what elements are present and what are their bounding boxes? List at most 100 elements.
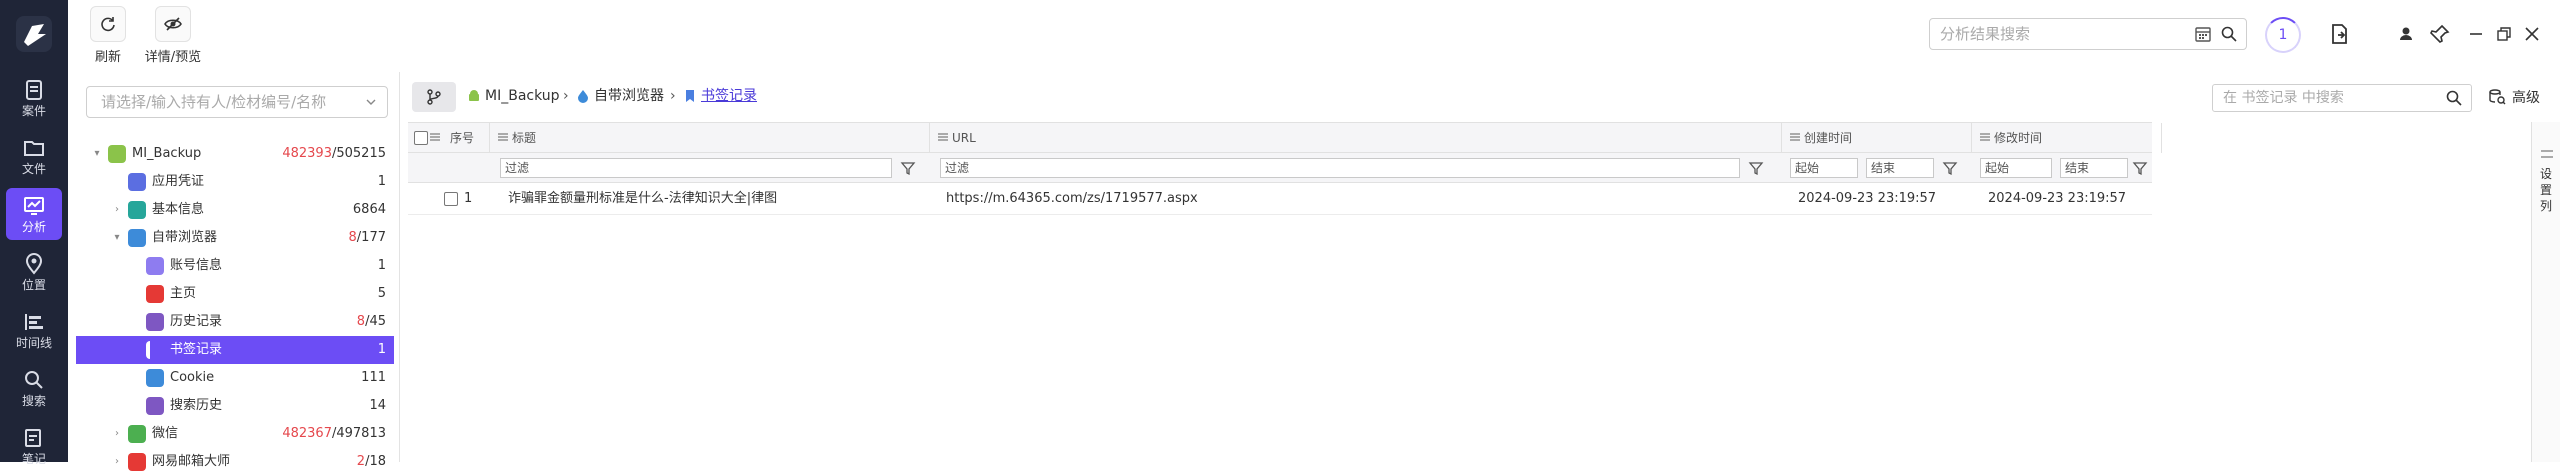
drag-handle-icon[interactable] bbox=[430, 133, 440, 141]
breadcrumb-item[interactable]: MI_Backup bbox=[485, 86, 560, 106]
created-end-input[interactable]: 结束 bbox=[1866, 158, 1934, 178]
tree-item[interactable]: 账号信息 1 bbox=[76, 252, 394, 280]
drag-handle-icon[interactable] bbox=[498, 133, 508, 141]
tree-item-count: 5 bbox=[378, 280, 386, 308]
column-header-index[interactable]: 序号 bbox=[408, 123, 490, 153]
drag-handle-icon[interactable] bbox=[938, 133, 948, 141]
row-checkbox[interactable] bbox=[444, 192, 458, 206]
pin-icon[interactable] bbox=[2428, 22, 2452, 46]
tree-item-label: 应用凭证 bbox=[152, 174, 205, 189]
timeline-icon bbox=[25, 314, 43, 330]
tree-item[interactable]: 搜索历史 14 bbox=[76, 392, 394, 420]
calendar-icon[interactable] bbox=[2194, 25, 2212, 43]
drag-handle-icon[interactable] bbox=[1790, 133, 1800, 141]
tree-item-total-count: 6864 bbox=[352, 202, 386, 217]
search-icon[interactable] bbox=[2220, 25, 2238, 43]
tree-item-total-count: 1 bbox=[377, 342, 386, 357]
chevron-down-icon[interactable]: ▾ bbox=[110, 224, 124, 252]
created-start-input[interactable]: 起始 bbox=[1790, 158, 1858, 178]
nav-item-case[interactable]: 案件 bbox=[6, 72, 62, 124]
tree-item-total-count: 5 bbox=[377, 286, 386, 301]
refresh-button[interactable]: 刷新 bbox=[88, 6, 128, 68]
tree-item[interactable]: › 微信 482367/497813 bbox=[76, 420, 394, 448]
title-filter-input[interactable]: 过滤 bbox=[500, 158, 892, 178]
drag-handle-icon bbox=[2541, 150, 2553, 158]
tree-item-hit-count: 482393 bbox=[282, 146, 332, 161]
eye-off-icon bbox=[155, 6, 191, 42]
advanced-search-button[interactable]: 高级 bbox=[2488, 86, 2540, 110]
task-count: 1 bbox=[2278, 27, 2288, 43]
minimize-icon[interactable] bbox=[2464, 22, 2488, 46]
evidence-tree-pane: 请选择/输入持有人/检材编号/名称 ▾ MI_Backup 482393/50521… bbox=[68, 72, 400, 471]
nav-item-label: 案件 bbox=[21, 104, 46, 118]
filter-icon[interactable] bbox=[1942, 160, 1958, 176]
nav-item-search[interactable]: 搜索 bbox=[6, 362, 62, 414]
modified-end-input[interactable]: 结束 bbox=[2060, 158, 2128, 178]
tree-item[interactable]: 书签记录 1 bbox=[76, 336, 394, 364]
nav-item-file[interactable]: 文件 bbox=[6, 130, 62, 182]
chevron-down-icon[interactable]: ▾ bbox=[90, 140, 104, 168]
column-header-label: URL bbox=[952, 131, 976, 145]
case-selector[interactable]: 请选择/输入持有人/检材编号/名称 bbox=[86, 86, 388, 118]
user-icon[interactable] bbox=[2394, 22, 2418, 46]
column-header-url[interactable]: URL bbox=[930, 123, 1782, 153]
range-end-placeholder: 结束 bbox=[1871, 161, 1896, 175]
tree-item-icon bbox=[108, 145, 126, 163]
export-icon[interactable] bbox=[2328, 22, 2352, 46]
tree-item-label: MI_Backup bbox=[132, 146, 202, 161]
url-filter-input[interactable]: 过滤 bbox=[940, 158, 1740, 178]
tree-item-label: 自带浏览器 bbox=[152, 230, 218, 245]
column-header-modified[interactable]: 修改时间 bbox=[1972, 123, 2162, 153]
filter-icon[interactable] bbox=[900, 160, 916, 176]
tree-item[interactable]: 应用凭证 1 bbox=[76, 168, 394, 196]
nav-item-label: 分析 bbox=[21, 220, 46, 234]
tree-item-count: 1 bbox=[378, 168, 386, 196]
modified-start-input[interactable]: 起始 bbox=[1980, 158, 2052, 178]
top-toolbar: 刷新 详情/预览 分析结果搜索 1 bbox=[68, 0, 2560, 72]
tree-item[interactable]: 历史记录 8/45 bbox=[76, 308, 394, 336]
column-settings-toggle[interactable]: 设置列 bbox=[2531, 122, 2560, 462]
nav-rail: 案件 文件 分析 位置 时间线 搜索 笔记 bbox=[0, 0, 68, 466]
tree-item[interactable]: ▾ MI_Backup 482393/505215 bbox=[76, 140, 394, 168]
analysis-search-input[interactable]: 分析结果搜索 bbox=[1929, 18, 2247, 50]
case-selector-placeholder: 请选择/输入持有人/检材编号/名称 bbox=[101, 93, 327, 111]
column-header-created[interactable]: 创建时间 bbox=[1782, 123, 1972, 153]
tree-item-total-count: 1 bbox=[377, 258, 386, 273]
task-progress-indicator[interactable]: 1 bbox=[2265, 17, 2301, 53]
chevron-right-icon[interactable]: › bbox=[110, 448, 124, 476]
nav-item-note[interactable]: 笔记 bbox=[6, 420, 62, 472]
tree-item[interactable]: › 基本信息 6864 bbox=[76, 196, 394, 224]
breadcrumb-item-current[interactable]: 书签记录 bbox=[701, 86, 757, 106]
tree-item-count: 482367/497813 bbox=[282, 420, 386, 448]
tree-item[interactable]: Cookie 111 bbox=[76, 364, 394, 392]
record-search-input[interactable]: 在 书签记录 中搜索 bbox=[2212, 84, 2472, 112]
tree-toggle-button[interactable] bbox=[412, 82, 456, 112]
advanced-label: 高级 bbox=[2512, 90, 2540, 106]
filter-icon[interactable] bbox=[2132, 160, 2148, 176]
select-all-checkbox[interactable] bbox=[414, 131, 428, 145]
tree-item[interactable]: 主页 5 bbox=[76, 280, 394, 308]
filter-placeholder: 过滤 bbox=[505, 161, 530, 175]
drag-handle-icon[interactable] bbox=[1980, 133, 1990, 141]
column-header-title[interactable]: 标题 bbox=[490, 123, 930, 153]
tree-item-icon bbox=[146, 397, 164, 415]
chevron-right-icon[interactable]: › bbox=[110, 420, 124, 448]
detail-preview-button[interactable]: 详情/预览 bbox=[138, 6, 208, 68]
search-icon[interactable] bbox=[2445, 89, 2463, 107]
chevron-right-icon[interactable]: › bbox=[110, 196, 124, 224]
table-row[interactable]: 1 诈骗罪金额量刑标准是什么-法律知识大全|律图 https://m.64365… bbox=[408, 183, 2152, 215]
tree-item-icon bbox=[146, 257, 164, 275]
nav-item-timeline[interactable]: 时间线 bbox=[6, 304, 62, 356]
nav-item-location[interactable]: 位置 bbox=[6, 246, 62, 298]
case-icon bbox=[26, 80, 42, 100]
tree-item-total-count: /505215 bbox=[331, 146, 386, 161]
nav-item-analysis[interactable]: 分析 bbox=[6, 188, 62, 240]
restore-icon[interactable] bbox=[2492, 22, 2516, 46]
tree-item[interactable]: ▾ 自带浏览器 8/177 bbox=[76, 224, 394, 252]
filter-icon[interactable] bbox=[1748, 160, 1764, 176]
tree-item[interactable]: › 网易邮箱大师 2/18 bbox=[76, 448, 394, 476]
column-header-label: 序号 bbox=[450, 131, 475, 145]
grid-header: 序号 标题 URL 创建时间 修改时间 bbox=[408, 123, 2162, 153]
close-icon[interactable] bbox=[2520, 22, 2544, 46]
breadcrumb-item[interactable]: 自带浏览器 bbox=[594, 86, 664, 106]
